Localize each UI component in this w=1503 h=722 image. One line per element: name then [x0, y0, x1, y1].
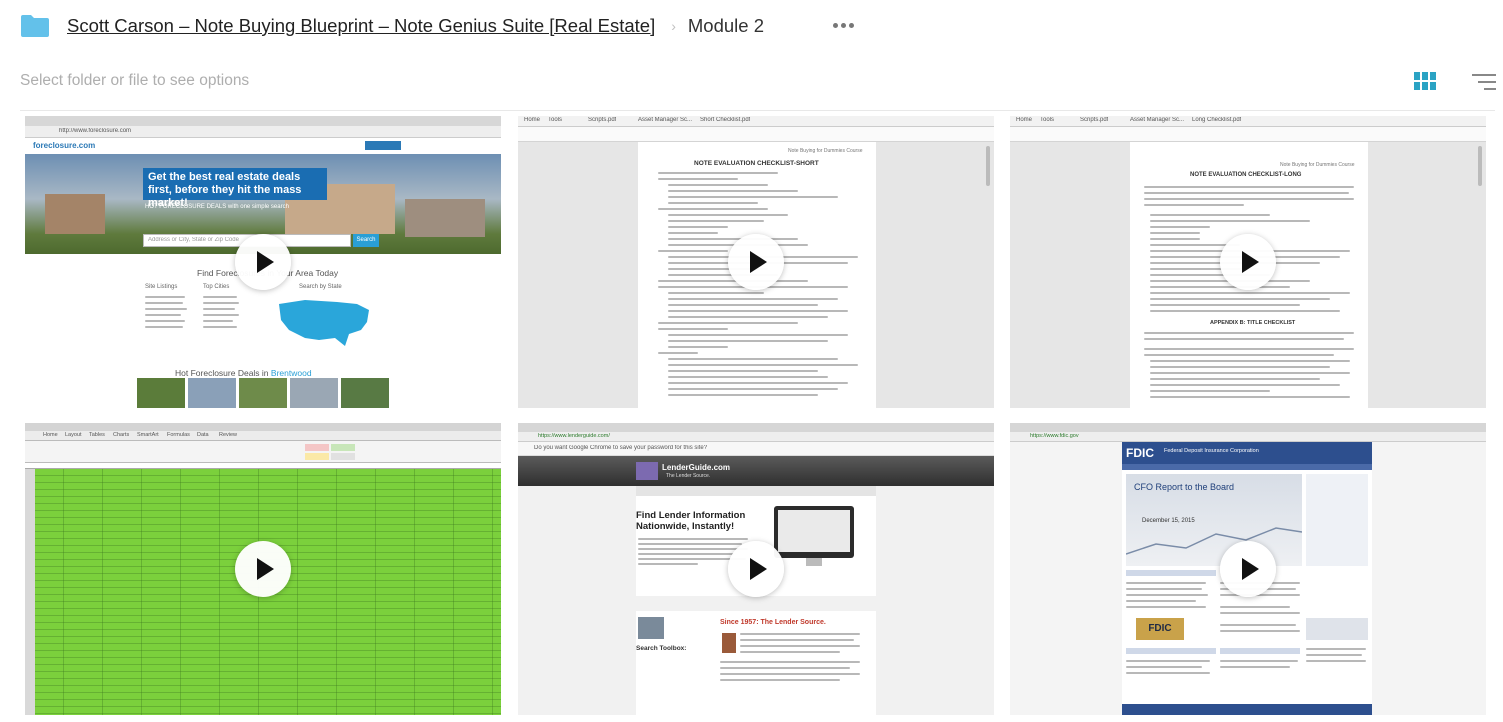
play-button[interactable]: [235, 234, 291, 290]
divider: [20, 110, 1495, 111]
fdic-chart-image: [1126, 527, 1302, 555]
search-toolbox-title: Search Toolbox:: [636, 645, 687, 652]
header: Scott Carson – Note Buying Blueprint – N…: [0, 0, 1503, 54]
grid-view-icon[interactable]: [1414, 72, 1436, 92]
play-button[interactable]: [1220, 541, 1276, 597]
ribbon-tab-tables: Tables: [89, 432, 105, 438]
hero-headline: Get the best real estate deals first, be…: [143, 168, 327, 209]
video-thumbnail-3[interactable]: Home Tools Scripts.pdf Asset Manager Sc.…: [1010, 116, 1486, 408]
site-logo: foreclosure.com: [33, 141, 96, 150]
ribbon-tab-formulas: Formulas: [167, 432, 190, 438]
address-bar: http://www.foreclosure.com: [59, 128, 132, 134]
breadcrumb-root-link[interactable]: Scott Carson – Note Buying Blueprint – N…: [67, 15, 655, 37]
lenderguide-headline: Find Lender Information Nationwide, Inst…: [636, 510, 746, 532]
fdic-org-name: Federal Deposit Insurance Corporation: [1164, 448, 1259, 454]
play-button[interactable]: [235, 541, 291, 597]
sort-icon[interactable]: [1472, 73, 1496, 91]
tab-asset-manager: Asset Manager Sc...: [1130, 117, 1185, 123]
video-thumbnail-4[interactable]: Home Layout Tables Charts SmartArt Formu…: [25, 423, 501, 715]
tab-tools: Tools: [548, 117, 563, 123]
folder-icon: [21, 15, 49, 37]
pdf-header-note: Note Buying for Dummies Course: [1280, 162, 1355, 168]
fdic-headline: CFO Report to the Board: [1134, 482, 1235, 492]
tab-home: Home: [524, 117, 541, 123]
breadcrumb: Scott Carson – Note Buying Blueprint – N…: [67, 15, 764, 37]
pdf-appendix-title: APPENDIX B: TITLE CHECKLIST: [1210, 320, 1296, 326]
ribbon-tab-charts: Charts: [113, 432, 130, 438]
ribbon-tab-review: Review: [219, 432, 238, 438]
ribbon-tab-layout: Layout: [65, 432, 82, 438]
pdf-title: NOTE EVALUATION CHECKLIST-LONG: [1190, 172, 1302, 178]
address-bar: https://www.lenderguide.com/: [538, 433, 610, 439]
hero-subline: HOT FORECLOSURE DEALS with one simple se…: [145, 204, 289, 210]
play-button[interactable]: [1220, 234, 1276, 290]
tab-scripts: Scripts.pdf: [1080, 117, 1109, 123]
lenderguide-tagline: The Lender Source.: [666, 473, 711, 479]
fdic-logo: FDIC: [1126, 446, 1154, 460]
col-site-listings: Site Listings: [145, 284, 178, 290]
video-thumbnail-1[interactable]: http://www.foreclosure.com foreclosure.c…: [25, 116, 501, 408]
tab-long-checklist: Long Checklist.pdf: [1192, 117, 1242, 123]
tab-scripts: Scripts.pdf: [588, 117, 617, 123]
chevron-right-icon: ›: [671, 18, 676, 34]
pdf-title: NOTE EVALUATION CHECKLIST-SHORT: [694, 160, 819, 167]
save-password-prompt: Do you want Google Chrome to save your p…: [534, 445, 708, 451]
more-options-icon[interactable]: [829, 16, 857, 34]
video-thumbnail-2[interactable]: Home Tools Scripts.pdf Asset Manager Sc.…: [518, 116, 994, 408]
breadcrumb-current: Module 2: [687, 15, 764, 36]
col-search-by-state: Search by State: [299, 284, 342, 290]
lenderguide-logo: LenderGuide.com: [662, 463, 731, 472]
pdf-header-note: Note Buying for Dummies Course: [788, 148, 863, 154]
video-thumbnail-6[interactable]: https://www.fdic.gov FDIC Federal Deposi…: [1010, 423, 1486, 715]
play-button[interactable]: [728, 541, 784, 597]
since-1957-title: Since 1957: The Lender Source.: [720, 619, 826, 626]
tab-home: Home: [1016, 117, 1033, 123]
address-bar: https://www.fdic.gov: [1030, 433, 1079, 439]
search-input: Address or City, State or Zip Code: [148, 237, 239, 243]
fdic-seal: FDIC: [1136, 618, 1184, 640]
ribbon-tab-data: Data: [197, 432, 209, 438]
video-thumbnail-5[interactable]: https://www.lenderguide.com/ Do you want…: [518, 423, 994, 715]
search-button: Search: [353, 234, 379, 247]
tab-asset-manager: Asset Manager Sc...: [638, 117, 693, 123]
play-button[interactable]: [728, 234, 784, 290]
selection-hint: Select folder or file to see options: [20, 72, 250, 89]
col-top-cities: Top Cities: [203, 284, 230, 290]
ribbon-tab-smartart: SmartArt: [137, 432, 159, 438]
tab-tools: Tools: [1040, 117, 1055, 123]
hot-deals-title: Hot Foreclosure Deals in: [175, 368, 269, 378]
us-map-image: [279, 300, 369, 346]
tab-short-checklist: Short Checklist.pdf: [700, 117, 751, 123]
hot-deals-city: Brentwood: [270, 368, 312, 378]
ribbon-tab-home: Home: [43, 432, 58, 438]
